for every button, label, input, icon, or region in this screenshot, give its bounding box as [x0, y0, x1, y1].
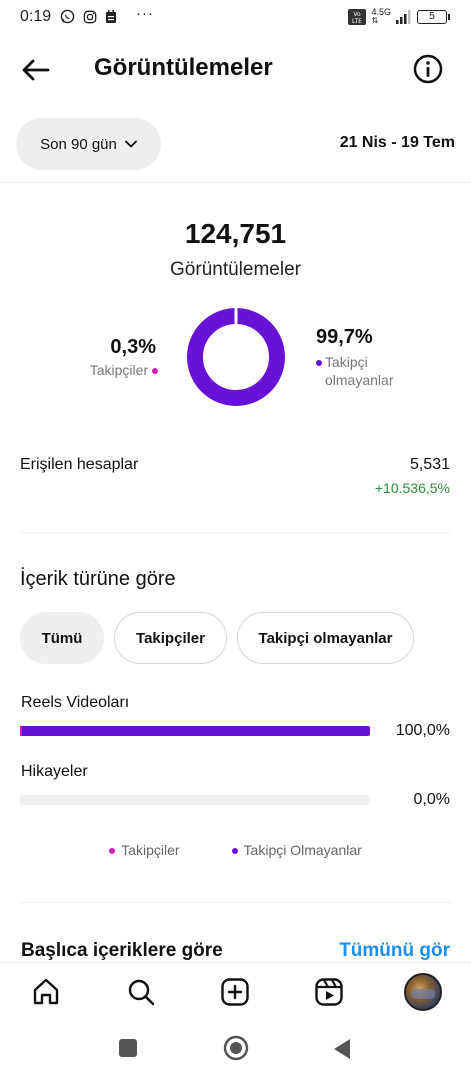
legend-followers-label: Takipçiler: [121, 842, 180, 858]
bar-track-reels: [20, 726, 370, 736]
signal-icon: [396, 9, 411, 24]
battery-icon: 5: [417, 9, 450, 24]
followers-dot-icon: [152, 368, 158, 375]
chip-all[interactable]: Tümü: [20, 612, 104, 664]
svg-text:Vo: Vo: [354, 11, 362, 18]
home-button-icon[interactable]: [223, 1035, 249, 1061]
see-all-link[interactable]: Tümünü gör: [339, 940, 450, 962]
bar-fill-reels: [20, 726, 370, 736]
network-type: 4.5G ⇅: [371, 7, 391, 25]
legend-followers: Takipçiler: [109, 842, 180, 858]
bottom-nav: [0, 962, 471, 1022]
donut-non-followers-segment: [187, 308, 285, 406]
create-icon[interactable]: [219, 976, 251, 1008]
non-followers-dot-icon: [316, 360, 322, 367]
system-nav: [0, 1022, 471, 1080]
calendar-icon: [106, 9, 116, 23]
followers-label-text: Takipçiler: [89, 362, 149, 378]
date-range-dropdown[interactable]: Son 90 gün: [16, 118, 161, 170]
non-followers-percentage: 99,7%: [316, 326, 373, 348]
bar-label-stories: Hikayeler: [21, 763, 88, 780]
reels-icon[interactable]: [313, 976, 345, 1008]
back-triangle-icon[interactable]: [332, 1038, 352, 1060]
non-followers-label-line1: Takipçi: [325, 354, 368, 370]
legend-non-followers-dot-icon: [231, 848, 238, 855]
content-type-title: İçerik türüne göre: [20, 568, 176, 590]
svg-text:LTE: LTE: [352, 18, 362, 25]
views-donut-chart: [187, 307, 285, 406]
total-views: 124,751: [184, 218, 287, 249]
reach-change: +10.536,5%: [374, 480, 450, 496]
followers-percentage: 0,3%: [110, 336, 156, 358]
chevron-down-icon: [124, 140, 137, 148]
profile-avatar[interactable]: [404, 973, 442, 1011]
divider: [20, 532, 451, 533]
date-range-dropdown-label: Son 90 gün: [40, 135, 117, 153]
divider: [0, 182, 471, 183]
chip-non-followers[interactable]: Takipçi olmayanlar: [237, 612, 414, 664]
info-button[interactable]: [412, 53, 444, 85]
info-icon: [413, 54, 443, 84]
date-range-text: 21 Nis - 19 Tem: [339, 134, 455, 151]
status-time: 0:19: [20, 8, 52, 25]
status-bar: 0:19 ··· Vo LTE 4.5G ⇅ 5: [0, 0, 471, 34]
non-followers-label-line2: olmayanlar: [325, 372, 394, 388]
notification-icons: [60, 9, 117, 24]
arrow-left-icon: [22, 59, 50, 81]
reach-value: 5,531: [409, 456, 450, 473]
search-icon[interactable]: [125, 976, 157, 1008]
non-followers-label: Takipçi olmayanlar: [316, 353, 393, 389]
divider: [20, 902, 451, 903]
legend-non-followers-label: Takipçi Olmayanlar: [243, 842, 362, 858]
instagram-icon: [83, 10, 97, 23]
chip-followers[interactable]: Takipçiler: [114, 612, 227, 664]
content-type-filter: Tümü Takipçiler Takipçi olmayanlar: [20, 612, 414, 664]
volte-icon: VoLTE: [348, 8, 367, 25]
chart-legend: Takipçiler Takipçi Olmayanlar: [0, 842, 471, 858]
legend-non-followers: Takipçi Olmayanlar: [231, 842, 362, 858]
top-content-title: Başlıca içeriklere göre: [21, 940, 223, 961]
home-icon[interactable]: [30, 976, 62, 1008]
back-button[interactable]: [18, 52, 54, 88]
bar-pct-stories: 0,0%: [413, 791, 450, 808]
reach-label: Erişilen hesaplar: [20, 456, 139, 473]
status-right: Vo LTE 4.5G ⇅ 5: [348, 7, 450, 25]
followers-label: Takipçiler: [40, 362, 158, 378]
bar-followers-edge: [20, 726, 22, 736]
recents-icon[interactable]: [118, 1038, 138, 1058]
bar-pct-reels: 100,0%: [395, 722, 450, 739]
total-views-label: Görüntülemeler: [170, 259, 301, 280]
bar-track-stories: [20, 795, 370, 805]
bar-label-reels: Reels Videoları: [21, 694, 130, 711]
whatsapp-icon: [60, 9, 75, 24]
page-title: Görüntülemeler: [94, 54, 273, 81]
legend-followers-dot-icon: [109, 848, 116, 855]
status-overflow: ···: [136, 5, 154, 22]
